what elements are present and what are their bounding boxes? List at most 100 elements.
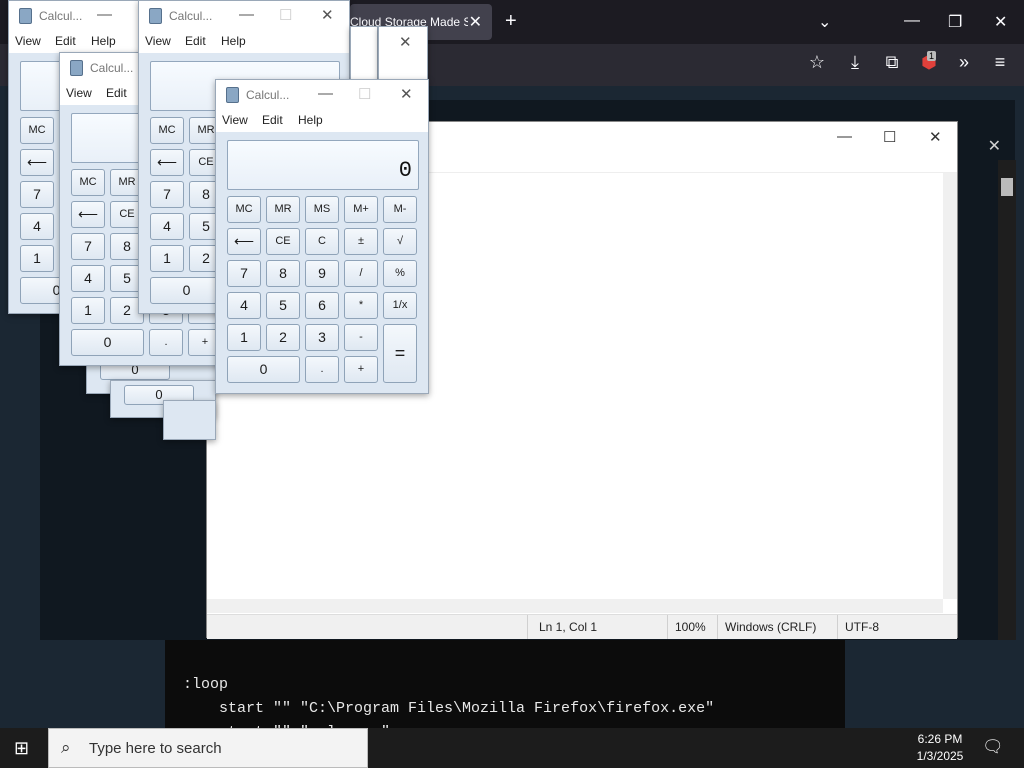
new-tab-button[interactable]: + <box>505 10 517 33</box>
menu-help[interactable]: Help <box>91 34 116 48</box>
key-n4[interactable]: 4 <box>71 265 105 292</box>
key-sqrt[interactable]: √ <box>383 228 417 255</box>
calculator-window-remnant <box>163 400 216 440</box>
restore-icon[interactable]: ❐ <box>948 12 962 32</box>
menu-view[interactable]: View <box>15 34 41 48</box>
key-mc[interactable]: MC <box>227 196 261 223</box>
key-eq[interactable]: = <box>383 324 417 383</box>
clock-date: 1/3/2025 <box>916 749 964 763</box>
key-n5[interactable]: 5 <box>266 292 300 319</box>
key-mc[interactable]: MC <box>150 117 184 144</box>
minimize-icon[interactable]: — <box>318 85 333 102</box>
hamburger-menu-icon[interactable]: ≡ <box>988 52 1012 73</box>
key-mc[interactable]: MC <box>71 169 105 196</box>
key-pct[interactable]: % <box>383 260 417 287</box>
close-icon[interactable]: ✕ <box>321 6 334 24</box>
key-n3[interactable]: 3 <box>305 324 339 351</box>
calculator-title: Calcul... <box>39 9 83 23</box>
close-icon[interactable]: ✕ <box>399 33 412 51</box>
key-n7[interactable]: 7 <box>150 181 184 208</box>
calculator-title-bar: Calcul... — ☐ ✕ <box>216 80 428 110</box>
extensions-icon[interactable]: ⧉ <box>880 52 904 73</box>
windows-start-icon[interactable]: ⊞ <box>14 738 29 759</box>
search-icon: ⌕ <box>61 738 71 757</box>
key-n9[interactable]: 9 <box>305 260 339 287</box>
key-n7[interactable]: 7 <box>227 260 261 287</box>
cursor-position: Ln 1, Col 1 <box>539 620 598 634</box>
close-icon[interactable]: ✕ <box>400 85 413 103</box>
key-back[interactable]: ⟵ <box>227 228 261 255</box>
key-dot[interactable]: . <box>149 329 183 356</box>
key-pm[interactable]: ± <box>344 228 378 255</box>
key-n6[interactable]: 6 <box>305 292 339 319</box>
key-dot[interactable]: . <box>305 356 339 383</box>
key-n4[interactable]: 4 <box>20 213 54 240</box>
extension-badge: 1 <box>927 51 937 61</box>
key-back[interactable]: ⟵ <box>20 149 54 176</box>
calculator-window-edge: ✕ <box>378 26 428 80</box>
key-n4[interactable]: 4 <box>150 213 184 240</box>
minimize-icon[interactable]: — <box>837 128 852 145</box>
key-n4[interactable]: 4 <box>227 292 261 319</box>
key-n7[interactable]: 7 <box>71 233 105 260</box>
list-tabs-icon[interactable]: ⌄ <box>818 12 831 32</box>
menu-view[interactable]: View <box>145 34 171 48</box>
maximize-icon[interactable]: ☐ <box>883 128 896 146</box>
key-sub[interactable]: - <box>344 324 378 351</box>
menu-edit[interactable]: Edit <box>55 34 76 48</box>
close-icon[interactable]: ✕ <box>929 128 942 146</box>
menu-edit[interactable]: Edit <box>185 34 206 48</box>
minimize-icon[interactable]: — <box>239 6 254 23</box>
key-mminus[interactable]: M- <box>383 196 417 223</box>
notifications-icon[interactable]: 🗨 <box>982 737 1004 757</box>
key-n1[interactable]: 1 <box>227 324 261 351</box>
menu-view[interactable]: View <box>222 113 248 127</box>
key-n7[interactable]: 7 <box>20 181 54 208</box>
calculator-icon <box>70 60 83 76</box>
key-mr[interactable]: MR <box>266 196 300 223</box>
close-icon[interactable]: ✕ <box>988 136 1001 156</box>
key-mplus[interactable]: M+ <box>344 196 378 223</box>
key-n2[interactable]: 2 <box>266 324 300 351</box>
key-ms[interactable]: MS <box>305 196 339 223</box>
key-n1[interactable]: 1 <box>150 245 184 272</box>
close-icon[interactable]: ✕ <box>994 12 1007 32</box>
key-mul[interactable]: * <box>344 292 378 319</box>
key-n0[interactable]: 0 <box>150 277 223 304</box>
key-back[interactable]: ⟵ <box>150 149 184 176</box>
vertical-scrollbar[interactable] <box>998 160 1016 640</box>
overflow-menu-icon[interactable]: » <box>952 52 976 73</box>
batch-script-editor: :loop start "" "C:\Program Files\Mozilla… <box>165 640 845 741</box>
downloads-icon[interactable]: ⤓ <box>843 52 867 73</box>
menu-help[interactable]: Help <box>221 34 246 48</box>
zoom-level: 100% <box>675 620 706 634</box>
taskbar-search[interactable]: ⌕ Type here to search <box>48 728 368 768</box>
key-n1[interactable]: 1 <box>20 245 54 272</box>
menu-edit[interactable]: Edit <box>262 113 283 127</box>
menu-help[interactable]: Help <box>298 113 323 127</box>
key-c[interactable]: C <box>305 228 339 255</box>
menu-view[interactable]: View <box>66 86 92 100</box>
key-back[interactable]: ⟵ <box>71 201 105 228</box>
horizontal-scrollbar[interactable] <box>207 599 943 613</box>
key-ce[interactable]: CE <box>266 228 300 255</box>
minimize-icon[interactable]: — <box>97 6 112 23</box>
key-mc[interactable]: MC <box>20 117 54 144</box>
code-line: start "" "C:\Program Files\Mozilla Firef… <box>183 700 715 717</box>
key-add[interactable]: + <box>344 356 378 383</box>
tab-close-icon[interactable]: ✕ <box>469 12 482 32</box>
bookmark-star-icon[interactable]: ☆ <box>805 52 829 73</box>
key-n0[interactable]: 0 <box>227 356 300 383</box>
key-n1[interactable]: 1 <box>71 297 105 324</box>
vertical-scrollbar[interactable] <box>943 173 957 599</box>
key-div[interactable]: / <box>344 260 378 287</box>
calculator-title: Calcul... <box>90 61 134 75</box>
key-n8[interactable]: 8 <box>266 260 300 287</box>
key-inv[interactable]: 1/x <box>383 292 417 319</box>
key-n0[interactable]: 0 <box>71 329 144 356</box>
menu-edit[interactable]: Edit <box>106 86 127 100</box>
taskbar-clock[interactable]: 6:26 PM 1/3/2025 <box>900 731 980 765</box>
calculator-menu-bar: View Edit Help <box>139 31 349 53</box>
calculator-icon <box>19 8 32 24</box>
minimize-icon[interactable]: — <box>904 12 920 30</box>
